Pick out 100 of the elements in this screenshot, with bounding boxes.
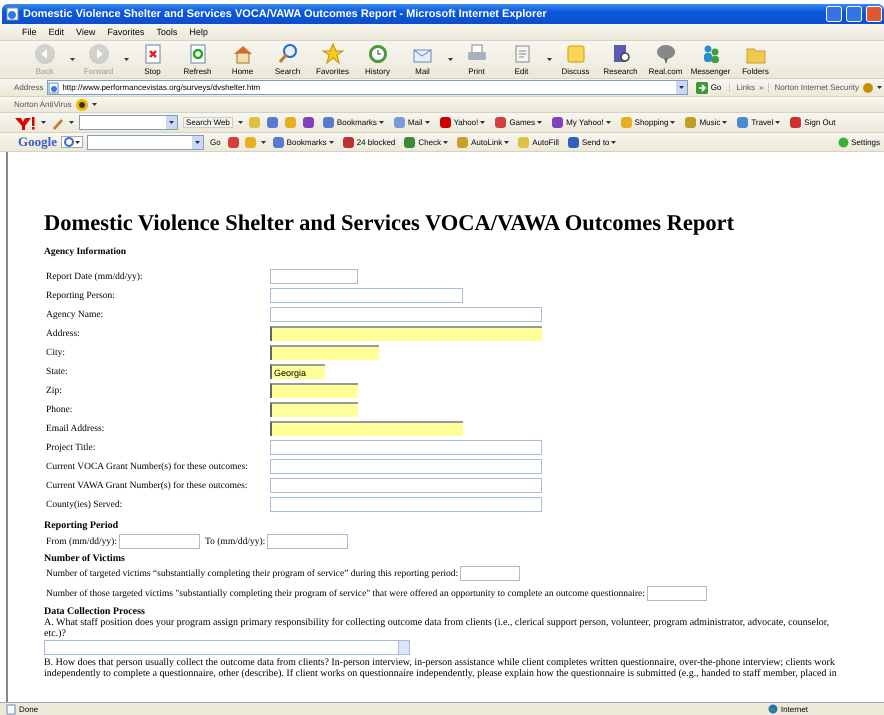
search-field[interactable]: [87, 134, 204, 150]
toolbar-button[interactable]: Discuss: [553, 43, 598, 76]
toolbar-button[interactable]: Research: [598, 43, 643, 76]
toolbar-button[interactable]: Print: [454, 43, 499, 76]
toolbar-button[interactable]: Real.com: [643, 43, 688, 76]
caret-icon: [424, 121, 430, 124]
toolbar-icon: [322, 116, 335, 129]
input-field[interactable]: [270, 288, 463, 303]
google-menu-button[interactable]: [61, 136, 83, 148]
globe-icon: [768, 704, 778, 714]
toolbar-icon: [266, 116, 279, 129]
toolbar-icon: [342, 136, 355, 148]
input-field[interactable]: [270, 459, 542, 474]
toolbar-icon: [403, 136, 416, 148]
toolbar-icon: [494, 116, 508, 129]
question-text: Number of targeted victims “substantially completing their program of service” during this reporting period:: [46, 568, 458, 578]
toolbar-button[interactable]: Sign Out: [787, 116, 838, 129]
menu-item[interactable]: Tools: [150, 27, 184, 37]
search-icon: [276, 43, 298, 65]
section-heading: Reporting Period: [44, 520, 120, 531]
settings-button[interactable]: Settings: [836, 136, 882, 148]
toolbar-button[interactable]: Send to: [564, 136, 618, 148]
toolbar-button[interactable]: History: [355, 43, 400, 76]
menu-item[interactable]: View: [70, 27, 102, 37]
search-web-button[interactable]: Search Web: [183, 117, 233, 128]
toolbar-button[interactable]: Folders: [733, 43, 778, 76]
text-area[interactable]: [44, 640, 410, 655]
caret-icon: [75, 140, 80, 144]
caret-icon: [877, 86, 882, 89]
star-icon: [322, 43, 344, 65]
input-field[interactable]: [270, 307, 542, 322]
input-field[interactable]: [460, 566, 520, 581]
toolbar-icon: [302, 116, 315, 129]
caret-icon: [195, 140, 200, 144]
toolbar-button[interactable]: Favorites: [310, 43, 355, 76]
input-field[interactable]: [270, 326, 542, 341]
toolbar-button[interactable]: Search: [265, 43, 310, 76]
toolbar-button[interactable]: Yahoo!: [436, 116, 488, 129]
toolbar-button[interactable]: Stop: [130, 43, 175, 76]
menu-item[interactable]: File: [16, 27, 43, 37]
input-field[interactable]: [270, 421, 463, 436]
toolbar-button[interactable]: Mail: [400, 43, 445, 76]
toolbar-button[interactable]: My Yahoo!: [549, 116, 613, 129]
go-button[interactable]: Go: [692, 82, 726, 94]
close-button[interactable]: [866, 6, 882, 22]
links-button[interactable]: Links: [729, 83, 756, 92]
input-field[interactable]: Georgia: [270, 364, 325, 379]
toolbar-button[interactable]: AutoLink: [454, 136, 512, 148]
toolbar-icon: [438, 116, 452, 129]
restore-button[interactable]: [846, 6, 862, 22]
input-field[interactable]: [270, 269, 358, 284]
search-field[interactable]: [79, 115, 178, 130]
caret-icon: [41, 121, 46, 124]
field-label: Project Title:: [46, 442, 96, 452]
caret-icon: [775, 121, 780, 124]
input-field[interactable]: [270, 497, 542, 512]
toolbar-button[interactable]: 24 blocked: [340, 136, 398, 148]
toolbar-button[interactable]: Refresh: [175, 43, 220, 76]
toolbar-button[interactable]: Music: [682, 116, 730, 129]
field-label: Current VAWA Grant Number(s) for these outcomes:: [46, 480, 249, 490]
toolbar-button[interactable]: Travel: [734, 116, 782, 129]
section-heading: Agency Information: [44, 247, 128, 257]
toolbar-button[interactable]: Mail: [390, 116, 432, 129]
toolbar-button[interactable]: Check: [401, 136, 450, 148]
field-label: State:: [46, 366, 69, 376]
toolbar-button[interactable]: Edit: [499, 43, 544, 76]
status-text: Done: [19, 704, 38, 714]
input-field[interactable]: [119, 534, 200, 549]
toolbar-icon: [226, 136, 240, 148]
input-field[interactable]: [267, 534, 348, 549]
input-field[interactable]: [270, 440, 542, 455]
toolbar-button[interactable]: Games: [492, 116, 544, 129]
section-heading: Number of Victims: [44, 553, 126, 564]
toolbar-button[interactable]: Home: [220, 43, 265, 76]
field-label: County(ies) Served:: [46, 500, 124, 510]
toolbar-button[interactable]: Bookmarks: [320, 116, 386, 129]
address-field[interactable]: http://www.performancevistas.org/surveys/dvshelter.htm: [47, 80, 688, 95]
input-field[interactable]: [270, 478, 542, 493]
dot-icon: [838, 136, 850, 148]
caret-icon: [678, 86, 684, 89]
toolbar-button[interactable]: Bookmarks: [270, 136, 336, 148]
field-label: Phone:: [46, 404, 74, 414]
menu-item[interactable]: Edit: [42, 27, 70, 37]
toolbar-icon: [566, 136, 580, 148]
toolbar-icon: [620, 116, 633, 129]
input-field[interactable]: [270, 383, 358, 398]
input-field[interactable]: [646, 586, 707, 601]
toolbar-button[interactable]: Shopping: [618, 116, 678, 129]
menu-item[interactable]: Favorites: [101, 27, 150, 37]
toolbar-button[interactable]: Messenger: [688, 43, 733, 76]
input-field[interactable]: [270, 402, 358, 417]
go-button[interactable]: Go: [208, 138, 223, 146]
minimize-button[interactable]: [826, 6, 842, 22]
toolbar-button[interactable]: AutoFill: [515, 136, 561, 148]
forward-icon: [88, 43, 110, 65]
toolbar-icon: [392, 116, 406, 129]
chevron-button[interactable]: »: [759, 83, 764, 92]
menu-item[interactable]: Help: [183, 27, 214, 37]
toolbar-icon: [789, 116, 802, 129]
input-field[interactable]: [270, 345, 379, 360]
